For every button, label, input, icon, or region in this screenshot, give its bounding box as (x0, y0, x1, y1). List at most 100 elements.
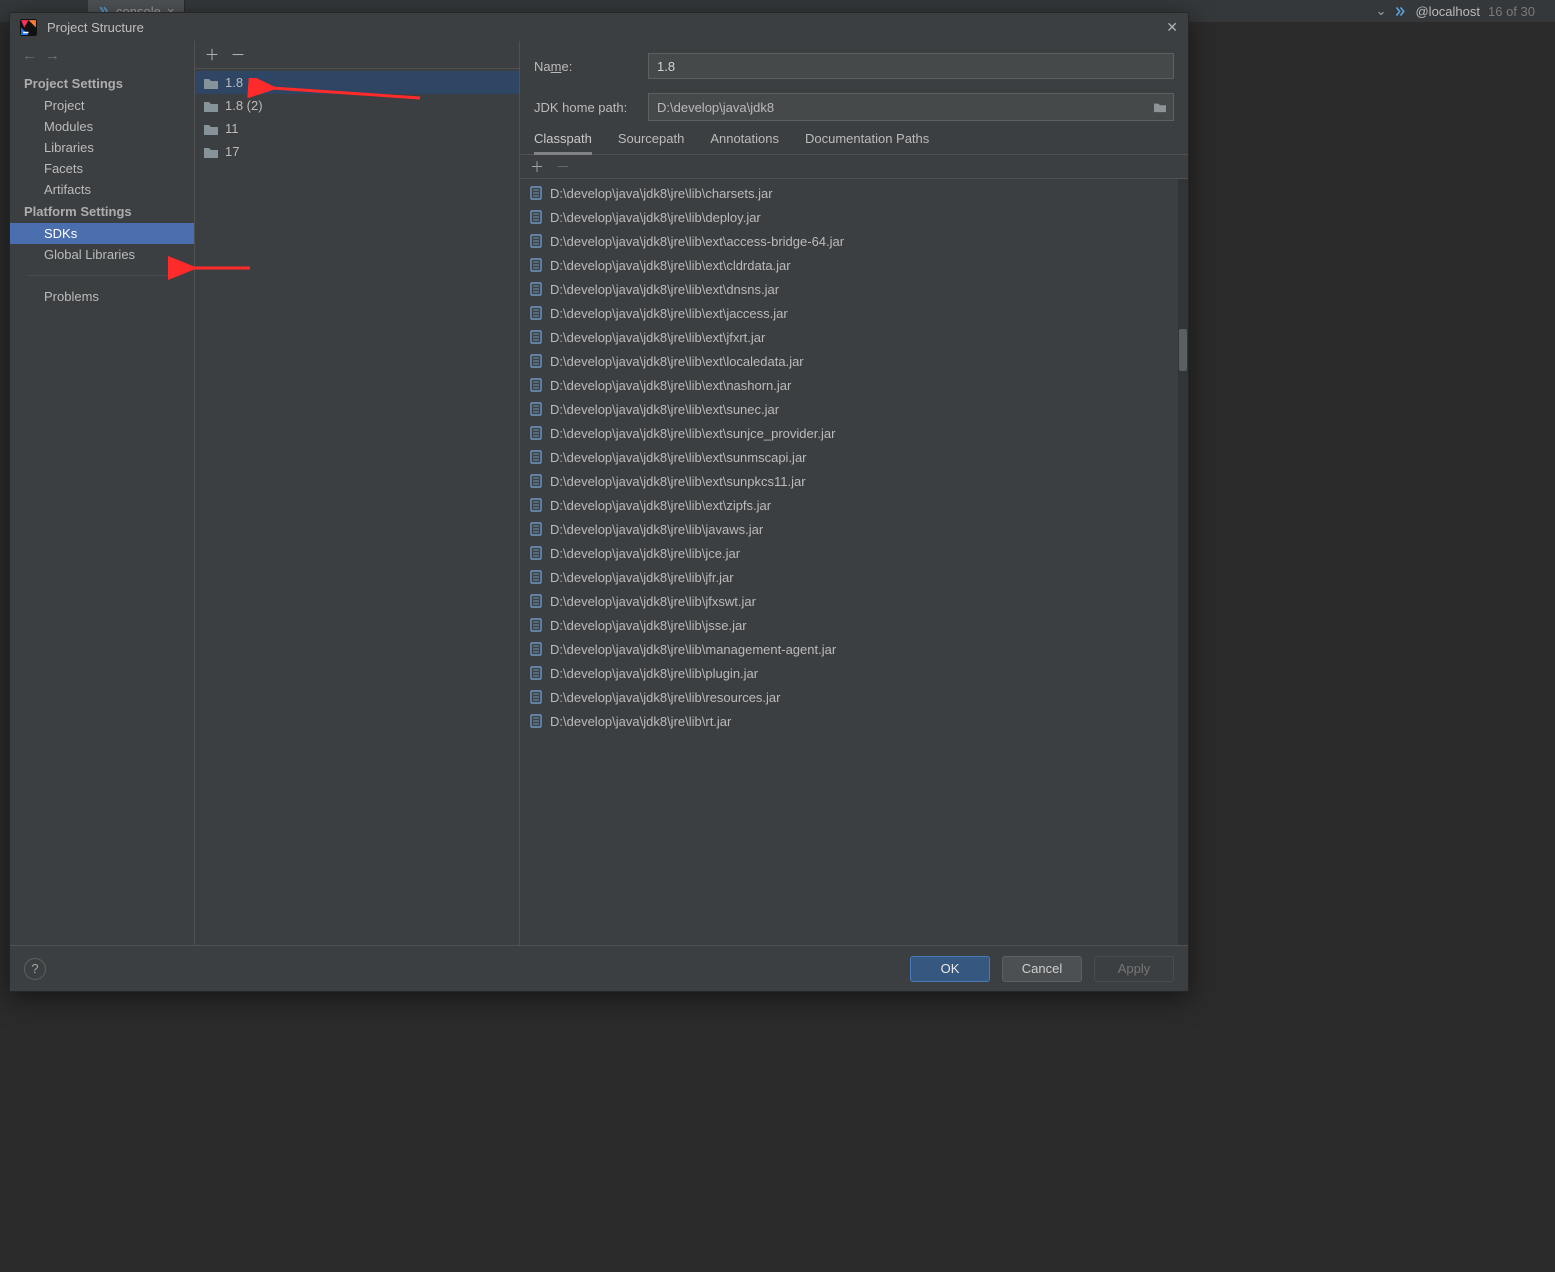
tab-classpath[interactable]: Classpath (534, 127, 592, 155)
classpath-entry[interactable]: D:\develop\java\jdk8\jre\lib\jfxswt.jar (524, 589, 1184, 613)
dialog-title: Project Structure (47, 20, 144, 35)
sdk-item[interactable]: 1.8 (195, 71, 519, 94)
dialog-close-button[interactable]: ✕ (1166, 19, 1178, 36)
jdk-path-value: D:\develop\java\jdk8 (649, 100, 1147, 115)
classpath-entry[interactable]: D:\develop\java\jdk8\jre\lib\rt.jar (524, 709, 1184, 733)
classpath-entry[interactable]: D:\develop\java\jdk8\jre\lib\ext\jaccess… (524, 301, 1184, 325)
titlebar: Project Structure ✕ (10, 13, 1188, 41)
jar-icon (530, 306, 542, 320)
classpath-path: D:\develop\java\jdk8\jre\lib\plugin.jar (550, 666, 758, 681)
sdk-details-panel: Name: JDK home path: D:\develop\java\jdk… (520, 41, 1188, 945)
nav-item-facets[interactable]: Facets (10, 158, 194, 179)
sdk-name-input[interactable] (648, 53, 1174, 79)
nav-header-platform-settings: Platform Settings (10, 200, 194, 223)
nav-item-artifacts[interactable]: Artifacts (10, 179, 194, 200)
classpath-entry[interactable]: D:\develop\java\jdk8\jre\lib\ext\cldrdat… (524, 253, 1184, 277)
classpath-path: D:\develop\java\jdk8\jre\lib\ext\jfxrt.j… (550, 330, 765, 345)
dialog-footer: ? OK Cancel Apply (10, 945, 1188, 991)
jar-icon (530, 450, 542, 464)
classpath-entry[interactable]: D:\develop\java\jdk8\jre\lib\ext\sunec.j… (524, 397, 1184, 421)
classpath-entry[interactable]: D:\develop\java\jdk8\jre\lib\ext\sunmsca… (524, 445, 1184, 469)
classpath-entry[interactable]: D:\develop\java\jdk8\jre\lib\ext\jfxrt.j… (524, 325, 1184, 349)
jar-icon (530, 234, 542, 248)
ok-button[interactable]: OK (910, 956, 990, 982)
classpath-path: D:\develop\java\jdk8\jre\lib\jce.jar (550, 546, 740, 561)
classpath-path: D:\develop\java\jdk8\jre\lib\jfr.jar (550, 570, 734, 585)
jar-icon (530, 402, 542, 416)
classpath-path: D:\develop\java\jdk8\jre\lib\ext\sunjce_… (550, 426, 835, 441)
classpath-path: D:\develop\java\jdk8\jre\lib\jsse.jar (550, 618, 747, 633)
nav-item-global-libraries[interactable]: Global Libraries (10, 244, 194, 265)
label-name: Name: (534, 59, 642, 74)
jdk-path-field[interactable]: D:\develop\java\jdk8 (648, 93, 1174, 121)
classpath-entry[interactable]: D:\develop\java\jdk8\jre\lib\javaws.jar (524, 517, 1184, 541)
nav-forward-icon[interactable]: → (45, 47, 60, 64)
folder-icon (203, 145, 219, 159)
classpath-path: D:\develop\java\jdk8\jre\lib\jfxswt.jar (550, 594, 756, 609)
jar-icon (530, 642, 542, 656)
classpath-entry[interactable]: D:\develop\java\jdk8\jre\lib\ext\sunjce_… (524, 421, 1184, 445)
nav-item-project[interactable]: Project (10, 95, 194, 116)
classpath-list[interactable]: D:\develop\java\jdk8\jre\lib\charsets.ja… (520, 179, 1188, 945)
classpath-entry[interactable]: D:\develop\java\jdk8\jre\lib\deploy.jar (524, 205, 1184, 229)
nav-back-icon[interactable]: ← (22, 47, 37, 64)
classpath-path: D:\develop\java\jdk8\jre\lib\ext\access-… (550, 234, 844, 249)
jar-icon (530, 258, 542, 272)
classpath-entry[interactable]: D:\develop\java\jdk8\jre\lib\ext\access-… (524, 229, 1184, 253)
help-button[interactable]: ? (24, 958, 46, 980)
apply-button[interactable]: Apply (1094, 956, 1174, 982)
classpath-entry[interactable]: D:\develop\java\jdk8\jre\lib\ext\dnsns.j… (524, 277, 1184, 301)
classpath-entry[interactable]: D:\develop\java\jdk8\jre\lib\ext\sunpkcs… (524, 469, 1184, 493)
classpath-entry[interactable]: D:\develop\java\jdk8\jre\lib\ext\localed… (524, 349, 1184, 373)
jar-icon (530, 378, 542, 392)
classpath-path: D:\develop\java\jdk8\jre\lib\ext\zipfs.j… (550, 498, 771, 513)
sdk-item[interactable]: 17 (195, 140, 519, 163)
classpath-entry[interactable]: D:\develop\java\jdk8\jre\lib\jsse.jar (524, 613, 1184, 637)
chevron-down-icon[interactable]: ⌄ (1376, 3, 1387, 19)
classpath-path: D:\develop\java\jdk8\jre\lib\ext\jaccess… (550, 306, 788, 321)
classpath-entry[interactable]: D:\develop\java\jdk8\jre\lib\plugin.jar (524, 661, 1184, 685)
remove-sdk-button[interactable]: － (227, 44, 249, 66)
classpath-entry[interactable]: D:\develop\java\jdk8\jre\lib\ext\zipfs.j… (524, 493, 1184, 517)
scrollbar[interactable] (1178, 179, 1188, 945)
jar-icon (530, 690, 542, 704)
add-sdk-button[interactable]: ＋ (201, 44, 223, 66)
jar-icon (530, 330, 542, 344)
nav-item-problems[interactable]: Problems (10, 286, 194, 307)
nav-item-sdks[interactable]: SDKs (10, 223, 194, 244)
jar-icon (530, 594, 542, 608)
nav-item-modules[interactable]: Modules (10, 116, 194, 137)
add-classpath-button[interactable]: ＋ (526, 156, 548, 178)
classpath-entry[interactable]: D:\develop\java\jdk8\jre\lib\management-… (524, 637, 1184, 661)
classpath-entry[interactable]: D:\develop\java\jdk8\jre\lib\resources.j… (524, 685, 1184, 709)
classpath-path: D:\develop\java\jdk8\jre\lib\rt.jar (550, 714, 731, 729)
classpath-entry[interactable]: D:\develop\java\jdk8\jre\lib\charsets.ja… (524, 181, 1184, 205)
sdk-item-label: 17 (225, 144, 239, 159)
nav-item-libraries[interactable]: Libraries (10, 137, 194, 158)
right-host-label: @localhost (1415, 4, 1480, 19)
classpath-toolbar: ＋ － (520, 155, 1188, 179)
browse-folder-icon[interactable] (1147, 94, 1173, 120)
classpath-path: D:\develop\java\jdk8\jre\lib\ext\localed… (550, 354, 804, 369)
folder-icon (203, 99, 219, 113)
jar-icon (530, 210, 542, 224)
classpath-path: D:\develop\java\jdk8\jre\lib\ext\nashorn… (550, 378, 791, 393)
jar-icon (530, 186, 542, 200)
remove-classpath-button[interactable]: － (552, 156, 574, 178)
jar-icon (530, 498, 542, 512)
tab-documentation-paths[interactable]: Documentation Paths (805, 127, 929, 154)
left-nav: ← → Project Settings ProjectModulesLibra… (10, 41, 195, 945)
tab-sourcepath[interactable]: Sourcepath (618, 127, 685, 154)
jar-icon (530, 546, 542, 560)
sdk-item[interactable]: 1.8 (2) (195, 94, 519, 117)
classpath-entry[interactable]: D:\develop\java\jdk8\jre\lib\jfr.jar (524, 565, 1184, 589)
sdk-item[interactable]: 11 (195, 117, 519, 140)
jar-icon (530, 282, 542, 296)
jar-icon (530, 570, 542, 584)
tab-annotations[interactable]: Annotations (710, 127, 779, 154)
classpath-entry[interactable]: D:\develop\java\jdk8\jre\lib\jce.jar (524, 541, 1184, 565)
classpath-entry[interactable]: D:\develop\java\jdk8\jre\lib\ext\nashorn… (524, 373, 1184, 397)
classpath-path: D:\develop\java\jdk8\jre\lib\management-… (550, 642, 836, 657)
jar-icon (530, 618, 542, 632)
cancel-button[interactable]: Cancel (1002, 956, 1082, 982)
